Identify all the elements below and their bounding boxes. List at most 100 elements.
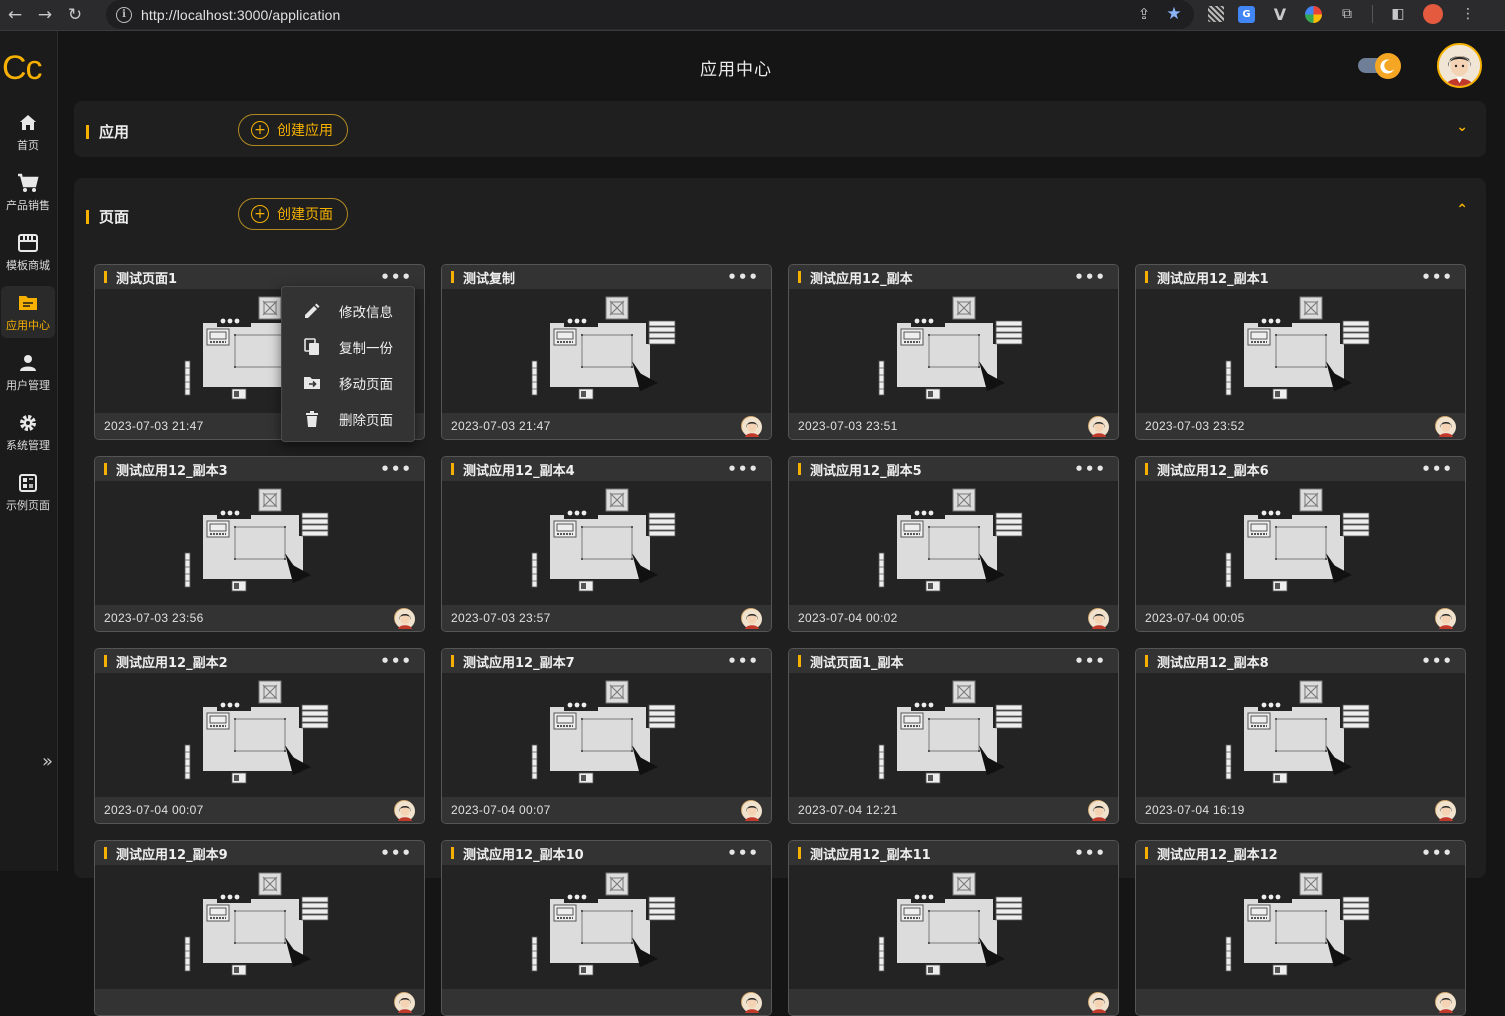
sidebar-item-home[interactable]: 首页 <box>1 106 55 158</box>
browser-menu-icon[interactable]: ⋮ <box>1457 3 1479 25</box>
card-header: 测试页面1_副本 ••• <box>789 649 1118 673</box>
more-options-icon[interactable]: ••• <box>380 844 412 862</box>
card-footer: 2023-07-04 00:02 <box>789 605 1118 631</box>
page-thumbnail <box>1222 675 1382 793</box>
page-card[interactable]: 测试应用12_副本1 ••• 2023-07-03 23:52 <box>1135 264 1466 440</box>
author-avatar <box>741 416 762 437</box>
menu-item-duplicate[interactable]: 复制一份 <box>282 329 414 365</box>
qr-extension-icon[interactable] <box>1208 6 1224 22</box>
page-card[interactable]: 测试应用12_副本10 ••• <box>441 840 772 1016</box>
page-thumbnail <box>1222 291 1382 409</box>
address-bar[interactable]: i http://localhost:3000/application ⇪ ★ <box>106 0 1194 29</box>
author-avatar <box>1435 992 1456 1013</box>
card-footer <box>95 989 424 1015</box>
page-card[interactable]: 测试应用12_副本7 ••• 2023-07-04 00:07 <box>441 648 772 824</box>
menu-item-move-page[interactable]: 移动页面 <box>282 365 414 401</box>
card-footer: 2023-07-03 23:57 <box>442 605 771 631</box>
sidebar-item-app-center[interactable]: 应用中心 <box>1 286 55 338</box>
page-thumbnail <box>181 867 341 985</box>
card-title: 测试应用12_副本4 <box>463 463 575 479</box>
page-card[interactable]: 测试应用12_副本11 ••• <box>788 840 1119 1016</box>
author-avatar <box>394 608 415 629</box>
page-thumbnail <box>528 291 688 409</box>
card-title: 测试复制 <box>463 271 516 287</box>
vue-devtools-icon[interactable]: V <box>1269 3 1291 25</box>
card-accent-bar <box>104 463 107 475</box>
user-avatar[interactable] <box>1437 43 1482 88</box>
more-options-icon[interactable]: ••• <box>1421 460 1453 478</box>
more-options-icon[interactable]: ••• <box>1421 652 1453 670</box>
author-avatar <box>741 992 762 1013</box>
sidebar-item-system[interactable]: 系统管理 <box>1 406 55 458</box>
more-options-icon[interactable]: ••• <box>1074 652 1106 670</box>
card-accent-bar <box>798 463 801 475</box>
cart-icon <box>17 172 39 194</box>
page-card[interactable]: 测试应用12_副本8 ••• 2023-07-04 16:19 <box>1135 648 1466 824</box>
more-options-icon[interactable]: ••• <box>727 268 759 286</box>
side-panel-icon[interactable]: ◧ <box>1387 3 1409 25</box>
logo[interactable]: Cc <box>2 49 43 88</box>
card-footer: 2023-07-03 23:56 <box>95 605 424 631</box>
page-thumbnail <box>181 675 341 793</box>
expand-sidebar-icon[interactable]: » <box>42 751 53 772</box>
more-options-icon[interactable]: ••• <box>1074 460 1106 478</box>
forward-icon[interactable]: → <box>34 4 56 26</box>
site-info-icon[interactable]: i <box>116 6 132 23</box>
more-options-icon[interactable]: ••• <box>727 460 759 478</box>
page-card[interactable]: 测试复制 ••• 2023-07-03 21:47 <box>441 264 772 440</box>
share-icon[interactable]: ⇪ <box>1134 4 1154 24</box>
back-icon[interactable]: ← <box>4 4 26 26</box>
page-card[interactable]: 测试应用12_副本 ••• 2023-07-03 23:51 <box>788 264 1119 440</box>
more-options-icon[interactable]: ••• <box>380 460 412 478</box>
page-card[interactable]: 测试应用12_副本5 ••• 2023-07-04 00:02 <box>788 456 1119 632</box>
more-options-icon[interactable]: ••• <box>1074 268 1106 286</box>
sidebar-item-templates[interactable]: 模板商城 <box>1 226 55 278</box>
page-card[interactable]: 测试应用12_副本3 ••• 2023-07-03 23:56 <box>94 456 425 632</box>
create-page-button[interactable]: + 创建页面 <box>238 198 348 230</box>
menu-item-edit-info[interactable]: 修改信息 <box>282 293 414 329</box>
create-app-button[interactable]: + 创建应用 <box>238 114 348 146</box>
more-options-icon[interactable]: ••• <box>1421 844 1453 862</box>
sidebar-item-users[interactable]: 用户管理 <box>1 346 55 398</box>
more-options-icon[interactable]: ••• <box>1074 844 1106 862</box>
page-card[interactable]: 测试应用12_副本2 ••• 2023-07-04 00:07 <box>94 648 425 824</box>
translate-extension-icon[interactable]: G <box>1238 5 1255 23</box>
page-thumbnail <box>875 483 1035 601</box>
extensions-puzzle-icon[interactable]: ⧉ <box>1336 3 1358 25</box>
page-card[interactable]: 测试应用12_副本4 ••• 2023-07-03 23:57 <box>441 456 772 632</box>
author-avatar <box>1088 800 1109 821</box>
page-card[interactable]: 测试应用12_副本12 ••• <box>1135 840 1466 1016</box>
menu-item-delete-page[interactable]: 删除页面 <box>282 401 414 437</box>
color-extension-icon[interactable] <box>1305 5 1322 23</box>
author-avatar <box>1088 992 1109 1013</box>
chevron-down-icon[interactable]: ⌄ <box>1456 119 1468 135</box>
more-options-icon[interactable]: ••• <box>1421 268 1453 286</box>
page-card[interactable]: 测试应用12_副本9 ••• <box>94 840 425 1016</box>
edit-icon <box>302 301 322 321</box>
card-title: 测试应用12_副本6 <box>1157 463 1269 479</box>
theme-toggle[interactable] <box>1358 52 1403 79</box>
more-options-icon[interactable]: ••• <box>727 652 759 670</box>
pages-section-header: 页面 <box>86 206 129 227</box>
move-folder-icon <box>302 373 322 393</box>
sidebar-item-examples[interactable]: 示例页面 <box>1 466 55 518</box>
card-footer <box>789 989 1118 1015</box>
bookmark-star-icon[interactable]: ★ <box>1164 4 1184 24</box>
card-date: 2023-07-03 23:56 <box>104 611 204 625</box>
more-options-icon[interactable]: ••• <box>380 268 412 286</box>
card-footer <box>442 989 771 1015</box>
more-options-icon[interactable]: ••• <box>380 652 412 670</box>
section-accent-bar <box>86 209 89 224</box>
more-options-icon[interactable]: ••• <box>727 844 759 862</box>
page-card[interactable]: 测试页面1_副本 ••• 2023-07-04 12:21 <box>788 648 1119 824</box>
chevron-up-icon[interactable]: ⌃ <box>1456 202 1468 218</box>
page-thumbnail <box>875 291 1035 409</box>
store-icon <box>17 232 39 254</box>
browser-profile-avatar[interactable] <box>1423 4 1443 24</box>
page-thumbnail <box>1222 483 1382 601</box>
url-text[interactable]: http://localhost:3000/application <box>141 7 340 23</box>
sidebar-item-sales[interactable]: 产品销售 <box>1 166 55 218</box>
page-card[interactable]: 测试应用12_副本6 ••• 2023-07-04 00:05 <box>1135 456 1466 632</box>
sidebar-item-label: 模板商城 <box>6 258 50 272</box>
reload-icon[interactable]: ↻ <box>64 4 86 26</box>
